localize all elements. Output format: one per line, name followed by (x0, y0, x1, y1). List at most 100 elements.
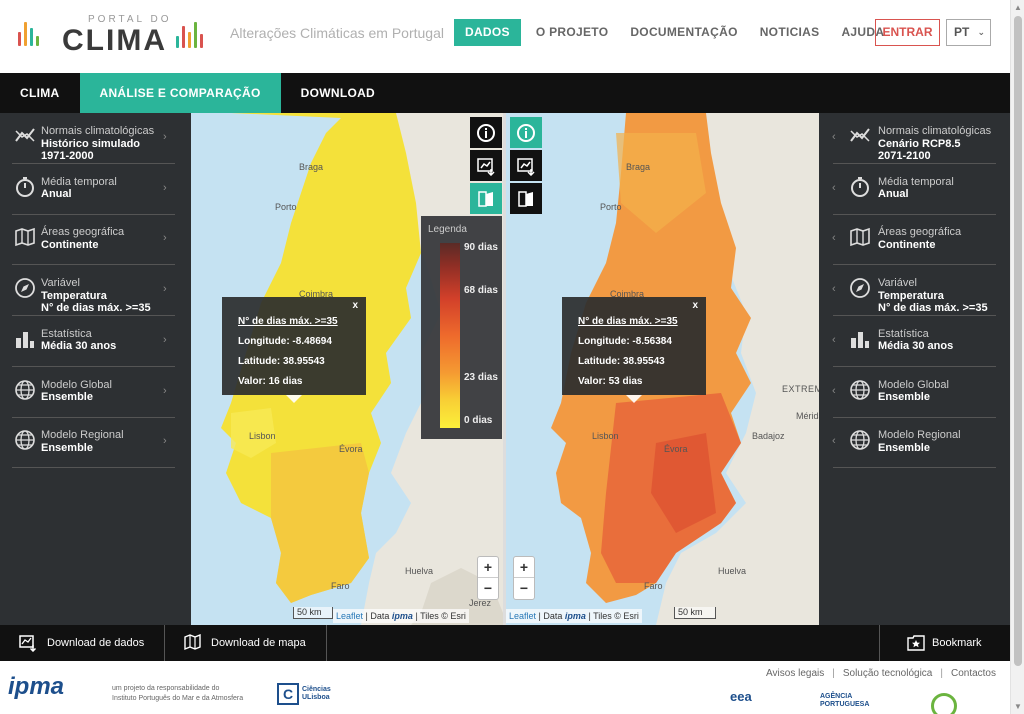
sidebar-item-text: Modelo Global Ensemble (41, 379, 112, 404)
sidebar-item-media-temporal[interactable]: Média temporal Anual ‹ (819, 164, 1010, 215)
chevron-down-icon: ⌄ (977, 27, 985, 37)
tab-clima[interactable]: CLIMA (0, 73, 80, 113)
sidebar-item-text: Variável Temperatura N° de dias máx. >=35 (878, 277, 988, 315)
sidebar-item-value: Média 30 anos (878, 340, 954, 353)
sidebar-item-media-temporal[interactable]: Média temporal Anual › (0, 164, 191, 215)
ciencias-ulisboa-logo[interactable]: C Ciências ULisboa (277, 682, 331, 706)
sidebar-item-modelo-global[interactable]: Modelo Global Ensemble ‹ (819, 367, 1010, 418)
language-select[interactable]: PT ⌄ (946, 19, 991, 46)
chevron-left-icon: ‹ (832, 181, 836, 194)
partner-logo[interactable] (931, 693, 957, 714)
sidebar-item-variavel[interactable]: Variável Temperatura N° de dias máx. >=35 › (0, 265, 191, 317)
place-label-huelva: Huelva (405, 566, 434, 576)
sidebar-item-normais-climatologicas[interactable]: Normais climatológicas Cenário RCP8.5 2071… (819, 113, 1010, 164)
attrib-data-label: | Data (365, 611, 390, 621)
sidebar-item-label: Estatística (878, 327, 929, 340)
stopwatch-icon (14, 176, 36, 198)
place-label-evora-r: Évora (664, 444, 688, 454)
sidebar-item-value: Cenário RCP8.5 (878, 137, 961, 150)
main-nav: DADOS O PROJETO DOCUMENTAÇÃO NOTICIAS AJ… (454, 19, 895, 46)
map-attribution-left: Leaflet | Data ipma | Tiles © Esri (333, 609, 469, 623)
download-map-button-right[interactable] (510, 150, 542, 181)
nav-dados[interactable]: DADOS (454, 19, 521, 46)
sidebar-item-normais-climatologicas[interactable]: Normais climatológicas Histórico simulado… (0, 113, 191, 164)
sidebar-item-modelo-regional[interactable]: Modelo Regional Ensemble › (0, 417, 191, 469)
sidebar-item-areas-geografica[interactable]: Áreas geográfica Continente ‹ (819, 214, 1010, 266)
nav-documentacao[interactable]: DOCUMENTAÇÃO (619, 19, 748, 46)
zoom-in-button[interactable]: + (478, 557, 498, 578)
chart-download-icon (19, 635, 37, 652)
ciencias-line: Ciências (302, 686, 331, 693)
tab-download[interactable]: DOWNLOAD (281, 73, 395, 113)
place-label-evora: Évora (339, 444, 363, 454)
agencia-line: PORTUGUESA (820, 701, 870, 708)
tab-analise-comparacao[interactable]: ANÁLISE E COMPARAÇÃO (79, 73, 281, 113)
place-label-porto-r: Porto (600, 202, 622, 212)
popup-title[interactable]: N° de dias máx. >=35 (238, 316, 338, 327)
map-icon (14, 226, 36, 248)
scroll-thumb[interactable] (1014, 16, 1022, 666)
leaflet-link[interactable]: Leaflet (336, 611, 363, 621)
sidebar-item-label: Modelo Regional (41, 429, 124, 442)
ipma-logo[interactable]: ipma (8, 673, 64, 701)
download-data-button[interactable]: Download de dados (47, 625, 144, 661)
sidebar-item-label: Média temporal (41, 175, 117, 188)
zoom-in-button[interactable]: + (514, 557, 534, 578)
place-label-extrem: EXTREM (782, 384, 819, 394)
sidebar-item-variavel[interactable]: Variável Temperatura N° de dias máx. >=35 ‹ (819, 265, 1010, 317)
map-attribution-right: Leaflet | Data ipma | Tiles © Esri (506, 609, 642, 623)
footer-link-solucao[interactable]: Solução tecnológica (843, 668, 933, 679)
sidebar-item-value: N° de dias máx. >=35 (41, 302, 151, 315)
eea-logo[interactable]: eea (730, 689, 770, 714)
portal-do-clima-logo[interactable]: PORTAL DO CLIMA (18, 10, 208, 60)
popup-close-button[interactable]: x (692, 300, 698, 311)
scroll-up-icon[interactable]: ▲ (1014, 3, 1022, 12)
leaflet-link[interactable]: Leaflet (509, 611, 536, 621)
bookmark-button[interactable]: Bookmark (932, 625, 982, 661)
sidebar-item-modelo-global[interactable]: Modelo Global Ensemble › (0, 367, 191, 418)
top-header: PORTAL DO CLIMA Alterações Climáticas em… (0, 0, 1010, 73)
layers-icon (518, 190, 533, 207)
popup-title[interactable]: N° de dias máx. >=35 (578, 316, 678, 327)
login-button[interactable]: ENTRAR (875, 19, 940, 46)
place-label-huelva-r: Huelva (718, 566, 747, 576)
sidebar-item-text: Estatística Média 30 anos (41, 328, 116, 353)
scroll-down-icon[interactable]: ▼ (1014, 702, 1022, 711)
nav-o-projeto[interactable]: O PROJETO (525, 19, 620, 46)
ipma-mini-logo: ipma (564, 611, 586, 621)
sidebar-item-estatistica[interactable]: Estatística Média 30 anos › (0, 316, 191, 367)
divider (164, 625, 165, 661)
agencia-portuguesa-logo[interactable]: AGÊNCIA PORTUGUESA (820, 693, 869, 709)
download-map-button-left[interactable] (470, 150, 502, 181)
info-button-right[interactable] (510, 117, 542, 148)
layers-button-left[interactable] (470, 183, 502, 214)
info-button-left[interactable] (470, 117, 502, 148)
bottom-action-bar: Download de dados Download de mapa Bookm… (0, 625, 1010, 661)
sidebar-item-text: Áreas geográfica Continente (41, 226, 124, 251)
sidebar-item-label: Áreas geográfica (41, 226, 125, 239)
chevron-right-icon: › (163, 181, 167, 194)
chevron-left-icon: ‹ (832, 435, 836, 448)
zoom-out-button[interactable]: − (514, 578, 534, 599)
nav-noticias[interactable]: NOTICIAS (749, 19, 831, 46)
divider (326, 625, 327, 661)
popup-close-button[interactable]: x (352, 300, 358, 311)
sidebar-item-modelo-regional[interactable]: Modelo Regional Ensemble ‹ (819, 417, 1010, 469)
attrib-tiles-label: | Tiles © Esri (415, 611, 466, 621)
sidebar-item-areas-geografica[interactable]: Áreas geográfica Continente › (0, 214, 191, 266)
sidebar-item-label: Modelo Global (878, 378, 949, 391)
sidebar-item-value: 1971-2000 (41, 150, 94, 162)
ipma-mini-logo: ipma (391, 611, 413, 621)
layers-button-right[interactable] (510, 183, 542, 214)
page-scrollbar[interactable]: ▲ ▼ (1010, 0, 1024, 714)
footer-link-contactos[interactable]: Contactos (951, 668, 996, 679)
sidebar-item-estatistica[interactable]: Estatística Média 30 anos ‹ (819, 316, 1010, 367)
footer-link-avisos[interactable]: Avisos legais (766, 668, 824, 679)
sidebar-item-text: Variável Temperatura N° de dias máx. >=35 (41, 277, 151, 315)
download-map-button[interactable]: Download de mapa (211, 625, 306, 661)
zoom-control-left: + − (477, 556, 499, 600)
sidebar-item-text: Normais climatológicas Cenário RCP8.5 2071… (878, 125, 991, 163)
zoom-out-button[interactable]: − (478, 578, 498, 599)
sidebar-item-text: Modelo Global Ensemble (878, 379, 949, 404)
sidebar-item-text: Modelo Regional Ensemble (41, 429, 124, 454)
